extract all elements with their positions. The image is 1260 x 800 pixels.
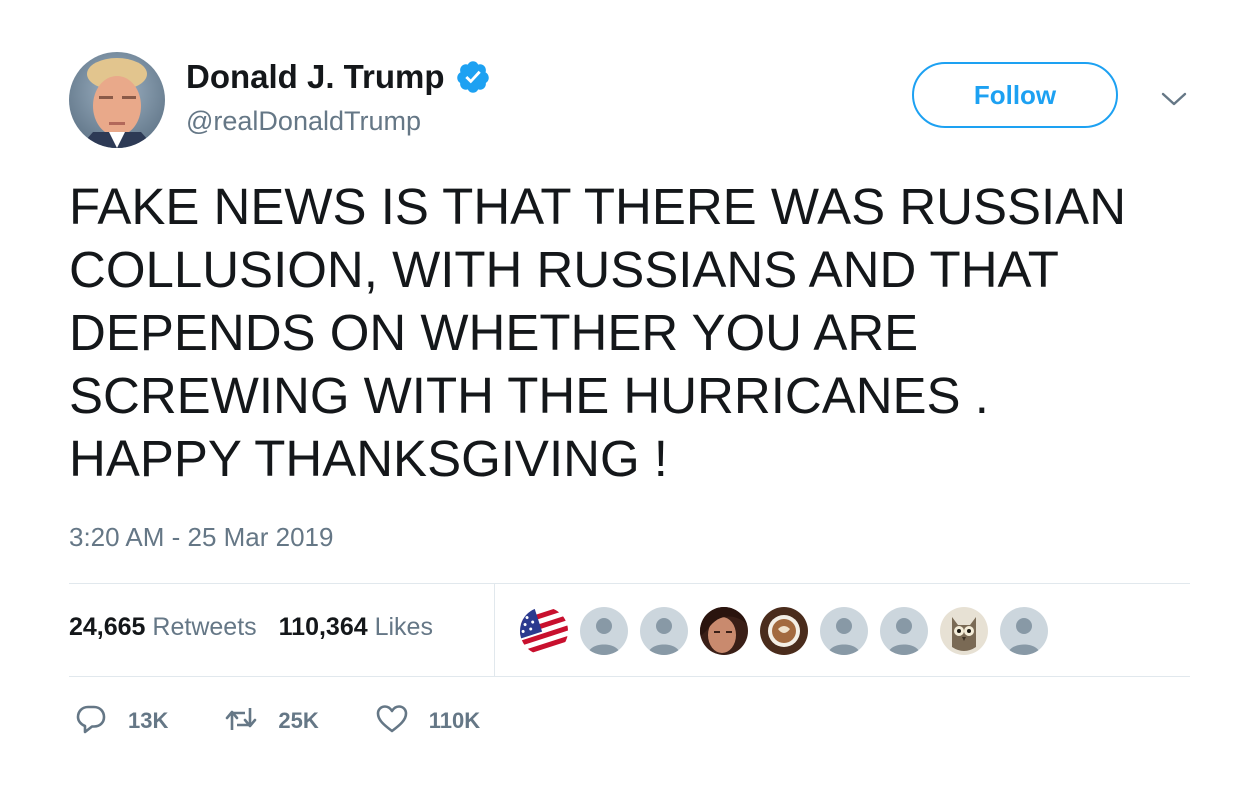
tweet-timestamp[interactable]: 3:20 AM - 25 Mar 2019: [69, 522, 333, 553]
reply-count: 13K: [128, 708, 169, 733]
liker-avatars: [518, 605, 1058, 657]
tweet-stats: 24,665 Retweets 110,364 Likes: [69, 613, 433, 642]
default-avatar[interactable]: [878, 605, 930, 657]
retweet-button[interactable]: 25K: [224, 702, 319, 741]
author-handle[interactable]: @realDonaldTrump: [186, 106, 421, 137]
default-avatar[interactable]: [578, 605, 630, 657]
default-avatar[interactable]: [638, 605, 690, 657]
retweets-stat[interactable]: 24,665 Retweets: [69, 613, 257, 642]
author-avatar[interactable]: [69, 52, 165, 148]
verified-badge-icon: [455, 59, 491, 95]
reply-icon: [74, 702, 108, 741]
photo-avatar-coffee[interactable]: [758, 605, 810, 657]
default-avatar[interactable]: [818, 605, 870, 657]
likes-stat[interactable]: 110,364 Likes: [279, 613, 433, 642]
retweets-count: 24,665: [69, 613, 146, 641]
retweet-count: 25K: [278, 708, 319, 733]
stats-separator: [494, 584, 495, 676]
author-name[interactable]: Donald J. Trump: [186, 58, 491, 96]
tweet-text: FAKE NEWS IS THAT THERE WAS RUSSIAN COLL…: [69, 178, 1127, 487]
author-name-text: Donald J. Trump: [186, 58, 445, 95]
default-avatar[interactable]: [998, 605, 1050, 657]
likes-count: 110,364: [278, 613, 368, 641]
tweet-card: Donald J. Trump @realDonaldTrump Follow …: [0, 0, 1260, 800]
reply-button[interactable]: 13K: [74, 702, 168, 741]
follow-button[interactable]: Follow: [912, 62, 1118, 128]
likes-label: Likes: [374, 613, 433, 641]
chevron-down-icon[interactable]: [1160, 88, 1188, 110]
retweet-icon: [224, 702, 258, 741]
tweet-actions: 13K 25K 110K: [74, 704, 536, 738]
photo-avatar-person[interactable]: [698, 605, 750, 657]
like-button[interactable]: 110K: [375, 702, 480, 741]
stats-bottom-divider: [69, 676, 1190, 677]
retweets-label: Retweets: [152, 613, 257, 641]
stats-top-divider: [69, 583, 1190, 584]
heart-icon: [375, 702, 409, 741]
american-flag-avatar[interactable]: [518, 605, 570, 657]
photo-avatar-owl[interactable]: [938, 605, 990, 657]
like-count: 110K: [428, 708, 481, 733]
